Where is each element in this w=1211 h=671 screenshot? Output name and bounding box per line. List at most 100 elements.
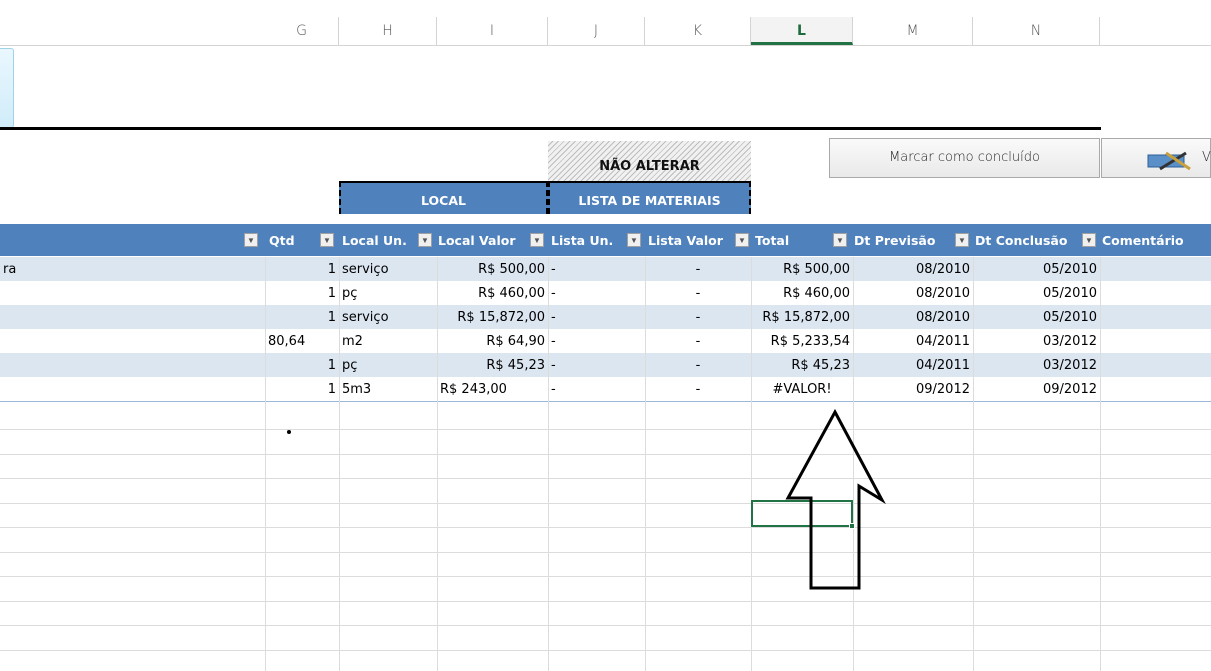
- column-header-l[interactable]: L: [751, 17, 853, 45]
- cell-local-un[interactable]: serviço: [339, 257, 437, 281]
- header-qtd: Qtd: [269, 233, 295, 248]
- section-lista-materiais: LISTA DE MATERIAIS: [548, 181, 751, 214]
- header-dt-previsao: Dt Previsão: [854, 233, 936, 248]
- cell-lista-valor[interactable]: -: [645, 257, 751, 281]
- cell-qtd[interactable]: 1: [265, 257, 339, 281]
- marcar-concluido-button[interactable]: Marcar como concluído: [829, 138, 1100, 178]
- grid-horizontal-line: [0, 478, 1211, 479]
- left-panel-edge: [0, 48, 14, 128]
- cell-local-un[interactable]: pç: [339, 281, 437, 305]
- cell-qtd[interactable]: 1: [265, 305, 339, 329]
- tools-icon: [1146, 149, 1194, 171]
- cell-dt-previsao[interactable]: 09/2012: [853, 377, 973, 401]
- cell-lista-un[interactable]: -: [548, 377, 645, 401]
- cell-lista-un[interactable]: -: [548, 281, 645, 305]
- cell-dt-conclusao[interactable]: 09/2012: [973, 377, 1100, 401]
- cell-desc[interactable]: ra: [0, 257, 265, 281]
- cell-qtd[interactable]: 1: [265, 281, 339, 305]
- cell-local-valor[interactable]: R$ 45,23: [437, 353, 548, 377]
- cell-lista-un[interactable]: -: [548, 305, 645, 329]
- filter-dropdown-local-valor[interactable]: ▼: [530, 233, 544, 247]
- cell-lista-un[interactable]: -: [548, 329, 645, 353]
- cell-qtd[interactable]: [265, 329, 339, 353]
- column-header-m[interactable]: M: [853, 17, 973, 45]
- cell-desc[interactable]: [0, 305, 265, 329]
- filter-dropdown-dt-conclusao[interactable]: ▼: [1082, 233, 1096, 247]
- cell-dt-previsao[interactable]: 08/2010: [853, 257, 973, 281]
- cell-lista-valor[interactable]: -: [645, 329, 751, 353]
- grid-horizontal-line: [0, 552, 1211, 553]
- header-dt-conclusao: Dt Conclusão: [975, 233, 1068, 248]
- cell-desc[interactable]: [0, 377, 265, 401]
- header-local-valor: Local Valor: [438, 233, 516, 248]
- second-macro-button[interactable]: V: [1101, 138, 1211, 178]
- cell-dt-conclusao[interactable]: 03/2012: [973, 353, 1100, 377]
- cell-lista-un[interactable]: -: [548, 257, 645, 281]
- filter-dropdown-qtd[interactable]: ▼: [320, 233, 334, 247]
- row-separator: [0, 401, 1211, 402]
- grid-vertical-line: [265, 257, 266, 671]
- cell-desc[interactable]: [0, 353, 265, 377]
- cell-total[interactable]: R$ 500,00: [751, 257, 853, 281]
- cell-qtd[interactable]: 1: [265, 377, 339, 401]
- divider-line: [0, 127, 1101, 130]
- cell-local-un[interactable]: serviço: [339, 305, 437, 329]
- filter-dropdown-dt-previsao[interactable]: ▼: [955, 233, 969, 247]
- header-lista-un: Lista Un.: [551, 233, 614, 248]
- grid-horizontal-line: [0, 601, 1211, 602]
- cell-local-valor[interactable]: R$ 243,00: [437, 377, 548, 401]
- column-header-h[interactable]: H: [339, 17, 437, 45]
- cell-desc[interactable]: [0, 329, 265, 353]
- cell-lista-valor[interactable]: -: [645, 353, 751, 377]
- cell-total[interactable]: R$ 460,00: [751, 281, 853, 305]
- cell-lista-valor[interactable]: -: [645, 305, 751, 329]
- filter-dropdown-local-un[interactable]: ▼: [418, 233, 432, 247]
- cell-lista-valor[interactable]: -: [645, 377, 751, 401]
- cell-local-valor[interactable]: R$ 500,00: [437, 257, 548, 281]
- grid-horizontal-line: [0, 625, 1211, 626]
- column-header-k[interactable]: K: [645, 17, 751, 45]
- cell-local-un[interactable]: 5m3: [339, 377, 437, 401]
- cell-dt-previsao[interactable]: 08/2010: [853, 281, 973, 305]
- cell-desc[interactable]: [0, 281, 265, 305]
- column-header-n[interactable]: N: [973, 17, 1100, 45]
- cell-local-valor[interactable]: R$ 64,90: [437, 329, 548, 353]
- cell-local-un[interactable]: m2: [339, 329, 437, 353]
- second-button-label: V: [1202, 150, 1211, 165]
- filter-dropdown-desc[interactable]: ▼: [244, 233, 258, 247]
- stray-dot: [287, 430, 291, 434]
- cell-qtd[interactable]: 1: [265, 353, 339, 377]
- filter-dropdown-lista-valor[interactable]: ▼: [735, 233, 749, 247]
- cell-dt-previsao[interactable]: 04/2011: [853, 353, 973, 377]
- section-local: LOCAL: [339, 181, 548, 214]
- column-header-i[interactable]: I: [437, 17, 548, 45]
- cell-dt-previsao[interactable]: 08/2010: [853, 305, 973, 329]
- cell-local-valor[interactable]: R$ 460,00: [437, 281, 548, 305]
- cell-lista-un[interactable]: -: [548, 353, 645, 377]
- cell-dt-conclusao[interactable]: 05/2010: [973, 257, 1100, 281]
- filter-dropdown-lista-un[interactable]: ▼: [627, 233, 641, 247]
- cell-total[interactable]: R$ 5,233,54: [751, 329, 853, 353]
- column-header-g[interactable]: G: [265, 17, 339, 45]
- grid-vertical-line: [751, 257, 752, 671]
- cell-dt-conclusao[interactable]: 05/2010: [973, 281, 1100, 305]
- cell-dt-conclusao[interactable]: 03/2012: [973, 329, 1100, 353]
- cell-local-un[interactable]: pç: [339, 353, 437, 377]
- grid-vertical-line: [1100, 257, 1101, 671]
- grid-horizontal-line: [0, 454, 1211, 455]
- cell-lista-valor[interactable]: -: [645, 281, 751, 305]
- cell-dt-conclusao[interactable]: 05/2010: [973, 305, 1100, 329]
- grid-vertical-line: [437, 257, 438, 671]
- cell-total[interactable]: #VALOR!: [751, 377, 853, 401]
- grid-vertical-line: [548, 257, 549, 671]
- header-total: Total: [755, 233, 790, 248]
- cell-total[interactable]: R$ 45,23: [751, 353, 853, 377]
- cell-dt-previsao[interactable]: 04/2011: [853, 329, 973, 353]
- cell-total[interactable]: R$ 15,872,00: [751, 305, 853, 329]
- grid-horizontal-line: [0, 429, 1211, 430]
- cell-local-valor[interactable]: R$ 15,872,00: [437, 305, 548, 329]
- arrow-up-annotation: [785, 408, 886, 590]
- filter-active-icon-total[interactable]: ▼: [833, 233, 847, 247]
- grid-vertical-line: [645, 257, 646, 671]
- column-header-j[interactable]: J: [548, 17, 645, 45]
